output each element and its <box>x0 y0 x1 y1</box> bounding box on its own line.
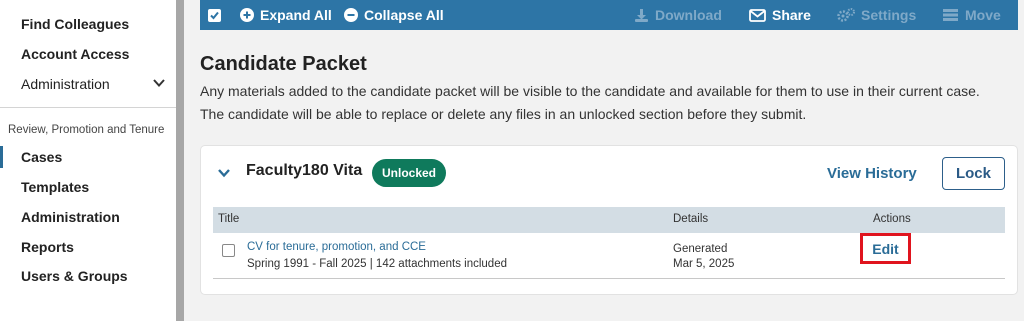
collapse-all-button[interactable]: Collapse All <box>344 0 444 30</box>
checkmark-icon <box>210 11 219 20</box>
page-title: Candidate Packet <box>200 53 367 75</box>
settings-label: Settings <box>861 7 917 23</box>
sidebar-item-reports[interactable]: Reports <box>21 239 74 255</box>
page-description: Any materials added to the candidate pac… <box>200 83 980 122</box>
chevron-down-icon[interactable] <box>217 166 231 180</box>
archive-icon <box>943 9 958 21</box>
envelope-icon <box>749 8 766 22</box>
settings-button[interactable]: Settings <box>837 0 916 30</box>
section-card: Faculty180 Vita Unlocked View History Lo… <box>201 146 1017 294</box>
download-button[interactable]: Download <box>634 0 722 30</box>
sidebar-item-find-colleagues[interactable]: Find Colleagues <box>21 16 129 32</box>
section-title: Faculty180 Vita <box>246 162 363 179</box>
row-checkbox[interactable] <box>222 244 235 257</box>
lock-button[interactable]: Lock <box>942 157 1005 190</box>
document-subtitle: Spring 1991 - Fall 2025 | 142 attachment… <box>247 258 507 270</box>
chevron-down-icon[interactable] <box>152 76 166 90</box>
column-header-title: Title <box>218 213 240 225</box>
expand-all-button[interactable]: Expand All <box>240 0 332 30</box>
move-label: Move <box>965 7 1001 23</box>
detail-status: Generated <box>673 243 728 255</box>
collapse-all-label: Collapse All <box>364 7 444 23</box>
select-all-checkbox[interactable] <box>208 9 221 22</box>
sidebar: Find Colleagues Account Access Administr… <box>0 0 176 321</box>
plus-circle-icon <box>240 8 254 22</box>
download-icon <box>635 8 648 22</box>
sidebar-divider <box>0 107 176 108</box>
minus-circle-icon <box>344 8 358 22</box>
sidebar-item-administration[interactable]: Administration <box>21 209 120 225</box>
move-button[interactable]: Move <box>942 0 1001 30</box>
active-indicator <box>0 146 3 168</box>
download-label: Download <box>655 7 722 23</box>
document-title-link[interactable]: CV for tenure, promotion, and CCE <box>247 241 426 253</box>
detail-date: Mar 5, 2025 <box>673 258 735 270</box>
status-badge: Unlocked <box>372 159 447 187</box>
edit-highlight: Edit <box>860 233 911 264</box>
column-header-actions: Actions <box>873 213 911 225</box>
toolbar: Expand All Collapse All Download Share S… <box>200 0 1018 30</box>
view-history-link[interactable]: View History <box>827 165 917 182</box>
table-header: Title Details Actions <box>213 207 1005 233</box>
share-label: Share <box>772 7 811 23</box>
gears-icon <box>837 7 855 22</box>
sidebar-item-account-access[interactable]: Account Access <box>21 46 129 62</box>
sidebar-scrollbar[interactable] <box>176 0 184 321</box>
edit-link[interactable]: Edit <box>872 241 898 257</box>
sidebar-item-administration-menu[interactable]: Administration <box>21 76 110 92</box>
sidebar-item-users-groups[interactable]: Users & Groups <box>21 268 128 284</box>
sidebar-item-cases[interactable]: Cases <box>21 149 62 165</box>
sidebar-section-label: Review, Promotion and Tenure <box>8 124 165 136</box>
column-header-details: Details <box>673 213 709 225</box>
expand-all-label: Expand All <box>260 7 332 23</box>
table-row: CV for tenure, promotion, and CCE Spring… <box>213 233 1005 279</box>
sidebar-item-templates[interactable]: Templates <box>21 179 89 195</box>
share-button[interactable]: Share <box>749 0 811 30</box>
